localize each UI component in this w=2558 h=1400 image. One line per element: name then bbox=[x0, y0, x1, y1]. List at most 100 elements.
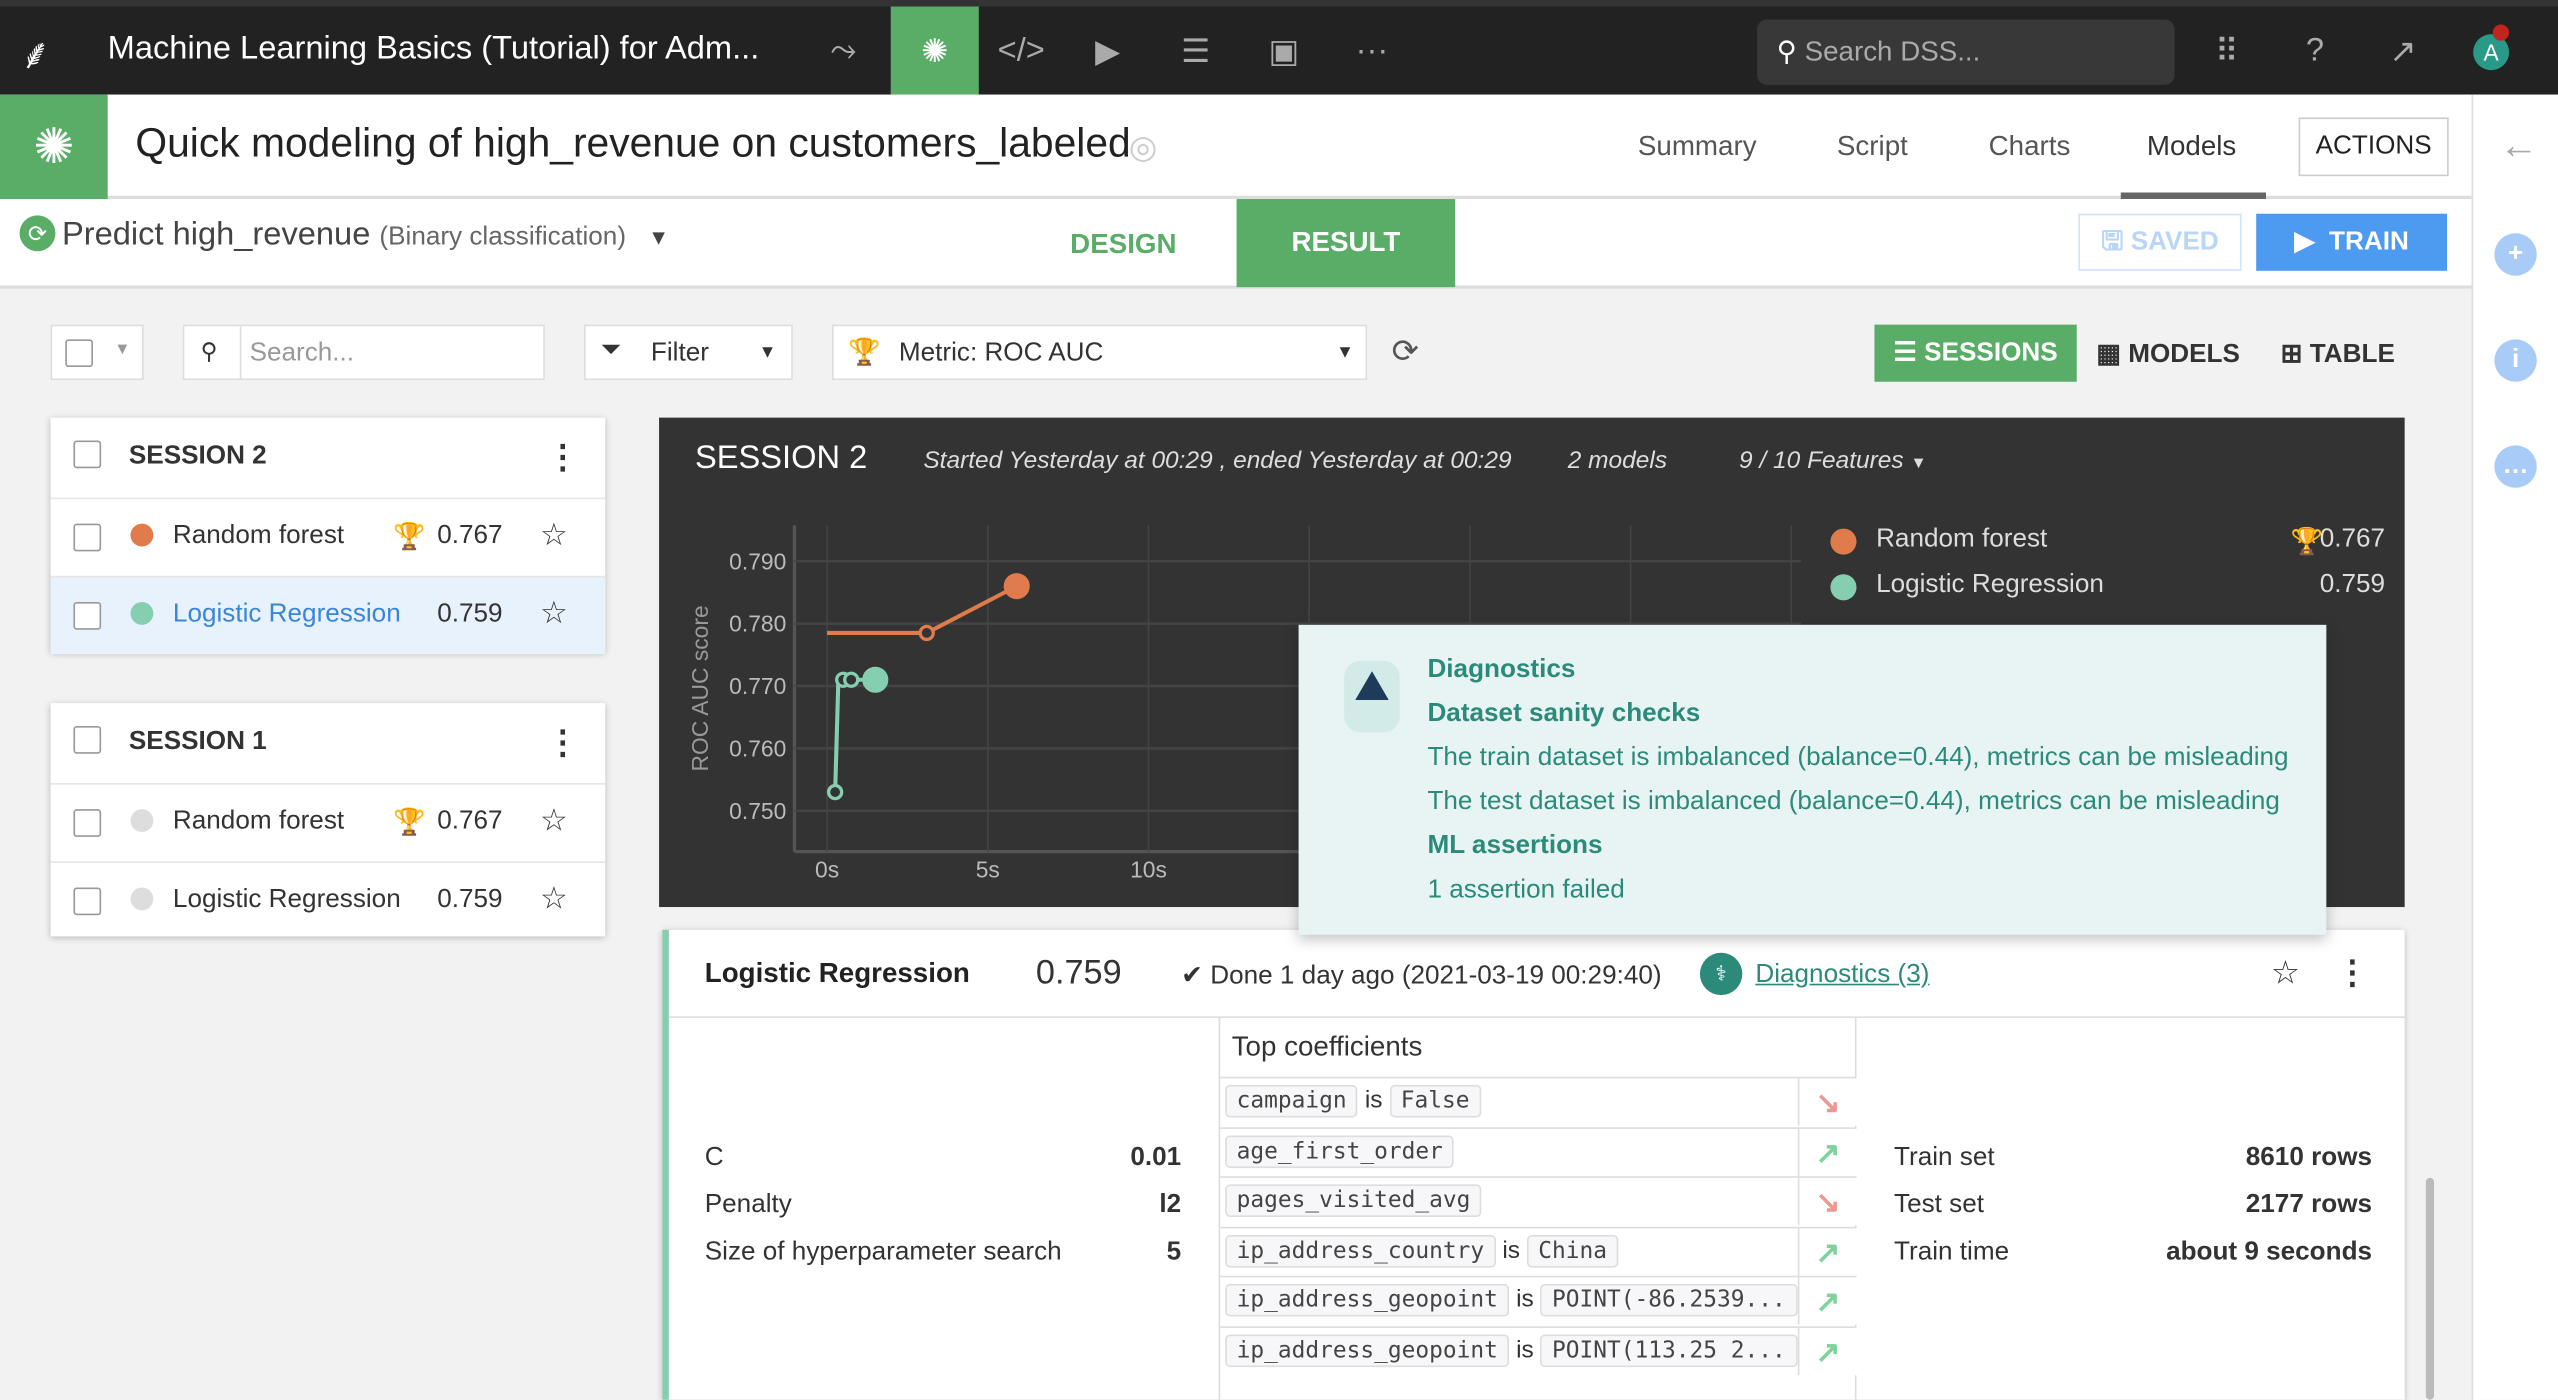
add-icon[interactable]: + bbox=[2494, 233, 2537, 276]
view-models-button[interactable]: ▦ MODELS bbox=[2096, 338, 2240, 371]
feature-chip: pages_visited_avg bbox=[1225, 1184, 1482, 1218]
model-checkbox[interactable] bbox=[73, 887, 102, 916]
select-all-dropdown[interactable]: ▼ bbox=[50, 324, 144, 381]
legend-dot bbox=[1830, 528, 1857, 555]
session-card: SESSION 2 ⋮ Random forest 🏆 0.767 ☆ Logi… bbox=[50, 417, 606, 655]
star-icon[interactable]: ☆ bbox=[2271, 953, 2300, 994]
star-icon[interactable]: ☆ bbox=[540, 881, 568, 919]
grid-icon[interactable]: ⠿ bbox=[2183, 7, 2271, 95]
stat-label: Test set bbox=[1894, 1190, 1984, 1219]
x-tick-label: 0s bbox=[815, 857, 839, 883]
session-checkbox[interactable] bbox=[73, 440, 102, 469]
coefficients-panel: Top coefficients campaign is False ↘ age_f… bbox=[1218, 1017, 1857, 1400]
data-point bbox=[826, 783, 844, 801]
coefficient-row: ip_address_geopoint is POINT(-86.2539...… bbox=[1220, 1275, 1857, 1325]
tab-charts[interactable]: Charts bbox=[1989, 131, 2071, 164]
session-menu-icon[interactable]: ⋮ bbox=[547, 437, 580, 478]
project-title[interactable]: Machine Learning Basics (Tutorial) for A… bbox=[108, 31, 760, 69]
refresh-icon[interactable]: ⟳ bbox=[1392, 331, 1419, 372]
model-row[interactable]: Random forest 🏆 0.767 ☆ bbox=[50, 497, 606, 576]
legend-item[interactable]: Random forest 🏆 0.767 bbox=[1830, 525, 2385, 571]
filter-icon: ⏷ bbox=[600, 336, 622, 364]
y-tick-label: 0.770 bbox=[729, 673, 786, 699]
data-point bbox=[862, 666, 889, 693]
star-icon[interactable]: ☆ bbox=[540, 517, 568, 555]
diagnostic-message: 1 assertion failed bbox=[1427, 876, 1625, 904]
more-icon[interactable]: ··· bbox=[1328, 7, 1416, 95]
model-name[interactable]: Random forest bbox=[173, 808, 344, 837]
search-input[interactable]: ⚲ Search... bbox=[182, 324, 545, 381]
model-checkbox[interactable] bbox=[73, 523, 102, 552]
metric-dropdown[interactable]: 🏆 Metric: ROC AUC ▼ bbox=[832, 324, 1368, 381]
tab-models[interactable]: Models bbox=[2147, 131, 2236, 164]
x-tick-label: 5s bbox=[976, 857, 1000, 883]
data-point bbox=[918, 624, 935, 642]
model-name[interactable]: Random forest bbox=[173, 522, 344, 551]
info-icon[interactable]: i bbox=[2494, 339, 2537, 382]
session-card: SESSION 1 ⋮ Random forest 🏆 0.767 ☆ Logi… bbox=[50, 703, 606, 939]
back-arrow-icon[interactable]: ← bbox=[2499, 124, 2538, 170]
dashboard-icon[interactable]: ▣ bbox=[1240, 7, 1328, 95]
help-icon[interactable]: ? bbox=[2271, 7, 2359, 95]
tab-script[interactable]: Script bbox=[1837, 131, 1908, 164]
value-chip: False bbox=[1389, 1084, 1481, 1118]
chat-icon[interactable]: … bbox=[2494, 445, 2537, 488]
session-name: SESSION 1 bbox=[128, 727, 267, 756]
task-selector[interactable]: Predict high_revenue (Binary classificat… bbox=[62, 217, 669, 255]
legend-item[interactable]: Logistic Regression 0.759 bbox=[1830, 571, 2385, 617]
y-tick-label: 0.790 bbox=[729, 548, 786, 574]
model-row[interactable]: Logistic Regression 0.759 ☆ bbox=[50, 861, 606, 939]
ml-icon: ✺ bbox=[0, 94, 108, 200]
model-checkbox[interactable] bbox=[73, 809, 102, 837]
more-options-icon[interactable]: ⋮ bbox=[2336, 953, 2369, 994]
param-value: 5 bbox=[1166, 1238, 1182, 1266]
search-icon: ⚲ bbox=[1776, 35, 1797, 67]
x-tick-label: 10s bbox=[1130, 857, 1167, 883]
is-label: is bbox=[1364, 1086, 1383, 1115]
feature-chip: ip_address_country bbox=[1225, 1234, 1496, 1267]
value-chip: China bbox=[1526, 1234, 1619, 1267]
star-icon[interactable]: ☆ bbox=[540, 595, 568, 633]
arrow-down-icon: ↘ bbox=[1797, 1078, 1857, 1126]
model-name[interactable]: Logistic Regression bbox=[173, 600, 401, 629]
model-detail-card: Logistic Regression 0.759 ✔ Done 1 day a… bbox=[662, 929, 2405, 1400]
y-tick-label: 0.780 bbox=[729, 611, 786, 637]
tab-design[interactable]: DESIGN bbox=[1070, 228, 1176, 261]
bird-logo-icon[interactable]: ⸙ bbox=[20, 23, 52, 82]
datasets-icon[interactable]: ☰ bbox=[1152, 7, 1240, 95]
view-sessions-button[interactable]: ☰ SESSIONS bbox=[1874, 324, 2077, 382]
saved-button[interactable]: 🖫 SAVED bbox=[2078, 213, 2242, 271]
flow-icon[interactable]: ⤳ bbox=[799, 7, 887, 95]
view-table-button[interactable]: ⊞ TABLE bbox=[2281, 338, 2395, 371]
session-checkbox[interactable] bbox=[73, 725, 102, 754]
is-label: is bbox=[1502, 1235, 1521, 1264]
coefficient-row: pages_visited_avg ↘ bbox=[1220, 1176, 1857, 1226]
model-checkbox[interactable] bbox=[73, 601, 102, 630]
feature-chip: age_first_order bbox=[1225, 1134, 1455, 1168]
model-color-dot bbox=[130, 601, 154, 625]
model-name: Logistic Regression bbox=[704, 957, 970, 989]
train-button[interactable]: ▶ TRAIN bbox=[2256, 213, 2448, 271]
activity-icon[interactable]: ↗ bbox=[2359, 7, 2447, 95]
code-icon[interactable]: </> bbox=[977, 7, 1065, 95]
tab-summary[interactable]: Summary bbox=[1638, 131, 1757, 164]
actions-button[interactable]: ACTIONS bbox=[2298, 117, 2449, 177]
star-icon[interactable]: ☆ bbox=[540, 803, 568, 841]
data-point bbox=[1003, 573, 1030, 600]
tab-result[interactable]: RESULT bbox=[1236, 199, 1456, 288]
scrollbar[interactable] bbox=[2425, 1177, 2435, 1400]
filter-dropdown[interactable]: ⏷ Filter ▼ bbox=[584, 324, 793, 381]
search-input[interactable]: ⚲ Search DSS... bbox=[1756, 19, 2175, 85]
is-label: is bbox=[1516, 1335, 1534, 1364]
model-row[interactable]: Random forest 🏆 0.767 ☆ bbox=[50, 783, 606, 861]
run-icon[interactable]: ▶ bbox=[1064, 7, 1152, 95]
feature-chip: ip_address_geopoint bbox=[1225, 1283, 1510, 1317]
arrow-up-icon: ↗ bbox=[1797, 1227, 1857, 1275]
session-menu-icon[interactable]: ⋮ bbox=[547, 723, 580, 764]
model-name[interactable]: Logistic Regression bbox=[173, 886, 401, 915]
diagnostics-link[interactable]: Diagnostics (3) bbox=[1755, 961, 1929, 990]
model-row[interactable]: Logistic Regression 0.759 ☆ bbox=[50, 575, 606, 655]
ml-icon[interactable]: ✺ bbox=[890, 6, 979, 95]
edit-icon[interactable]: ◎ bbox=[1129, 127, 1157, 168]
diagnostic-message: The test dataset is imbalanced (balance=… bbox=[1427, 787, 2280, 816]
